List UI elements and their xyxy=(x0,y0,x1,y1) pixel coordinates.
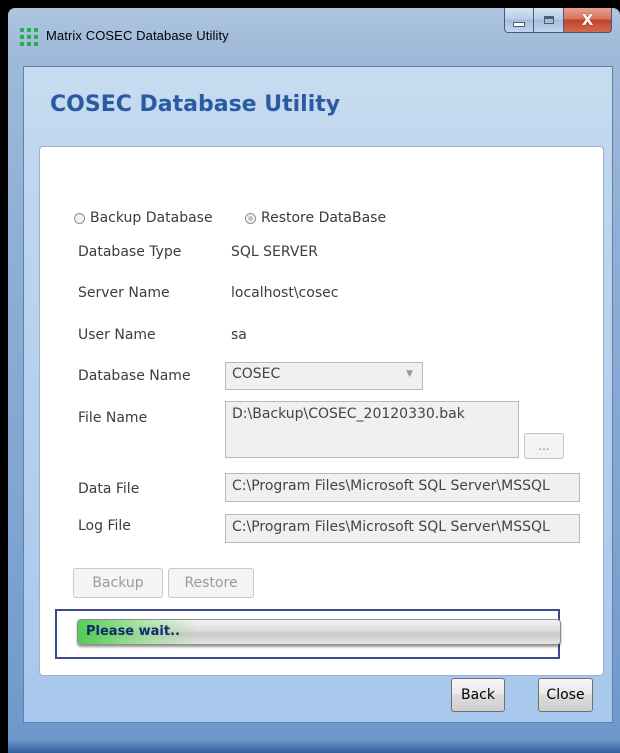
radio-restore-label: Restore DataBase xyxy=(261,210,387,226)
server-name-value: localhost\cosec xyxy=(231,285,339,301)
back-button[interactable]: Back xyxy=(451,678,505,712)
minimize-button[interactable] xyxy=(504,8,534,33)
user-name-value: sa xyxy=(231,327,247,343)
window-controls: X xyxy=(504,8,612,33)
database-name-select[interactable]: COSEC ▼ xyxy=(225,362,423,390)
window-bottom-edge xyxy=(8,740,620,753)
title-bar[interactable]: Matrix COSEC Database Utility X xyxy=(8,8,620,58)
radio-backup-label: Backup Database xyxy=(90,210,213,226)
user-name-label: User Name xyxy=(78,327,156,343)
database-type-value: SQL SERVER xyxy=(231,244,319,260)
file-name-label: File Name xyxy=(78,410,148,426)
close-icon: X xyxy=(581,11,594,29)
close-label: Close xyxy=(546,687,585,703)
chevron-down-icon: ▼ xyxy=(406,369,413,379)
restore-button[interactable]: Restore xyxy=(168,568,254,598)
restore-label: Restore xyxy=(184,575,238,591)
maximize-icon xyxy=(543,16,554,24)
data-file-input[interactable]: C:\Program Files\Microsoft SQL Server\MS… xyxy=(225,473,580,502)
radio-backup-database[interactable]: Backup Database xyxy=(74,210,213,226)
radio-selected-icon xyxy=(245,212,256,224)
page-title: COSEC Database Utility xyxy=(50,92,341,117)
progress-panel: Please wait.. xyxy=(55,609,561,659)
window-title: Matrix COSEC Database Utility xyxy=(46,28,229,43)
progress-status: Please wait.. xyxy=(86,624,180,639)
app-dots-icon xyxy=(20,28,38,46)
form-panel: Backup Database Restore DataBase Databas… xyxy=(39,146,604,676)
browse-label: ... xyxy=(538,439,550,453)
radio-icon xyxy=(74,212,85,224)
back-label: Back xyxy=(461,687,495,703)
close-button[interactable]: Close xyxy=(538,678,593,712)
log-file-value: C:\Program Files\Microsoft SQL Server\MS… xyxy=(232,519,550,535)
backup-label: Backup xyxy=(92,575,144,591)
radio-restore-database[interactable]: Restore DataBase xyxy=(245,210,386,226)
browse-button[interactable]: ... xyxy=(524,433,564,459)
progress-bar: Please wait.. xyxy=(77,619,561,645)
log-file-input[interactable]: C:\Program Files\Microsoft SQL Server\MS… xyxy=(225,514,580,543)
data-file-label: Data File xyxy=(78,481,140,497)
log-file-label: Log File xyxy=(78,518,131,534)
database-name-value: COSEC xyxy=(232,366,281,382)
database-name-label: Database Name xyxy=(78,368,191,384)
server-name-label: Server Name xyxy=(78,285,170,301)
file-name-value: D:\Backup\COSEC_20120330.bak xyxy=(232,406,465,422)
file-name-input[interactable]: D:\Backup\COSEC_20120330.bak xyxy=(225,401,519,458)
app-window: Matrix COSEC Database Utility X COSEC Da… xyxy=(8,8,620,753)
close-window-button[interactable]: X xyxy=(564,8,612,33)
data-file-value: C:\Program Files\Microsoft SQL Server\MS… xyxy=(232,478,550,494)
minimize-icon xyxy=(513,21,525,27)
maximize-button[interactable] xyxy=(534,8,564,33)
client-area: COSEC Database Utility Backup Database R… xyxy=(23,66,613,723)
database-type-label: Database Type xyxy=(78,244,182,260)
backup-button[interactable]: Backup xyxy=(73,568,163,598)
